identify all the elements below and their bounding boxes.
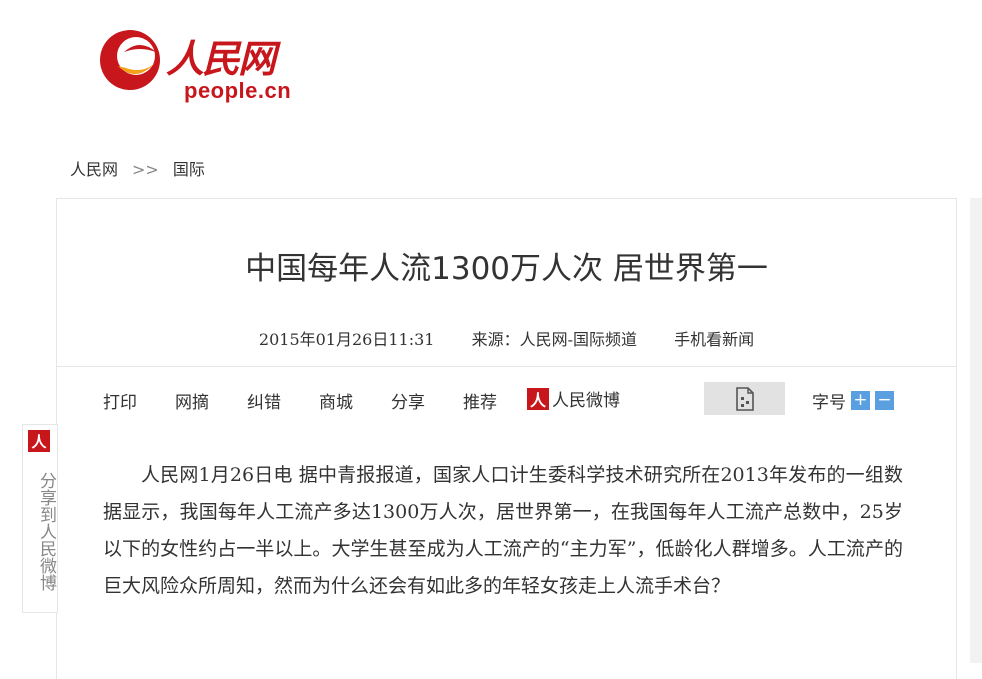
article-datetime: 2015年01月26日11:31	[258, 330, 435, 349]
mall-button[interactable]: 商城	[319, 388, 353, 413]
font-decrease-button[interactable]: −	[875, 391, 894, 410]
article-source[interactable]: 来源：人民网-国际频道	[472, 330, 637, 349]
site-logo[interactable]: 人民网 people.cn	[96, 22, 306, 104]
article-body: 人民网1月26日电 据中青报报道，国家人口计生委科学技术研究所在2013年发布的…	[103, 457, 903, 605]
right-scroll-strip	[970, 198, 982, 663]
font-increase-button[interactable]: +	[851, 391, 870, 410]
qr-code-icon	[735, 386, 754, 411]
breadcrumb-home-link[interactable]: 人民网	[70, 160, 118, 179]
correct-button[interactable]: 纠错	[247, 388, 281, 413]
recommend-button[interactable]: 推荐	[463, 388, 497, 413]
share-to-weibo-sidebar[interactable]: 人 分享到人民微博	[22, 424, 58, 613]
logo-english-text: people.cn	[184, 78, 292, 103]
weibo-label: 人民微博	[552, 391, 620, 411]
meta-divider	[57, 366, 956, 367]
people-weibo-icon: 人	[527, 387, 549, 410]
article-toolbar: 打印 网摘 纠错 商城 分享 推荐 人 人民微博 字号 + −	[103, 382, 923, 415]
article-paragraph: 人民网1月26日电 据中青报报道，国家人口计生委科学技术研究所在2013年发布的…	[103, 464, 903, 597]
people-logo-icon	[100, 30, 160, 90]
digest-button[interactable]: 网摘	[175, 388, 209, 413]
mobile-news-link[interactable]: 手机看新闻	[674, 330, 754, 349]
share-sidebar-text: 分享到人民微博	[36, 471, 56, 591]
people-weibo-icon: 人	[28, 430, 50, 452]
logo-chinese-text: 人民网	[166, 36, 276, 81]
share-button[interactable]: 分享	[391, 388, 425, 413]
article-title: 中国每年人流1300万人次 居世界第一	[245, 251, 768, 287]
weibo-button[interactable]: 人 人民微博	[527, 386, 620, 411]
breadcrumb: 人民网 >> 国际	[70, 156, 205, 180]
article-card: 中国每年人流1300万人次 居世界第一 2015年01月26日11:31 来源：…	[56, 198, 957, 679]
qr-code-button[interactable]	[704, 382, 785, 415]
font-size-label: 字号	[812, 393, 846, 413]
breadcrumb-section-link[interactable]: 国际	[173, 160, 205, 179]
article-meta: 2015年01月26日11:31 来源：人民网-国际频道 手机看新闻	[57, 326, 956, 350]
print-button[interactable]: 打印	[103, 388, 137, 413]
font-size-control: 字号 + −	[812, 388, 894, 413]
breadcrumb-separator: >>	[132, 160, 159, 179]
